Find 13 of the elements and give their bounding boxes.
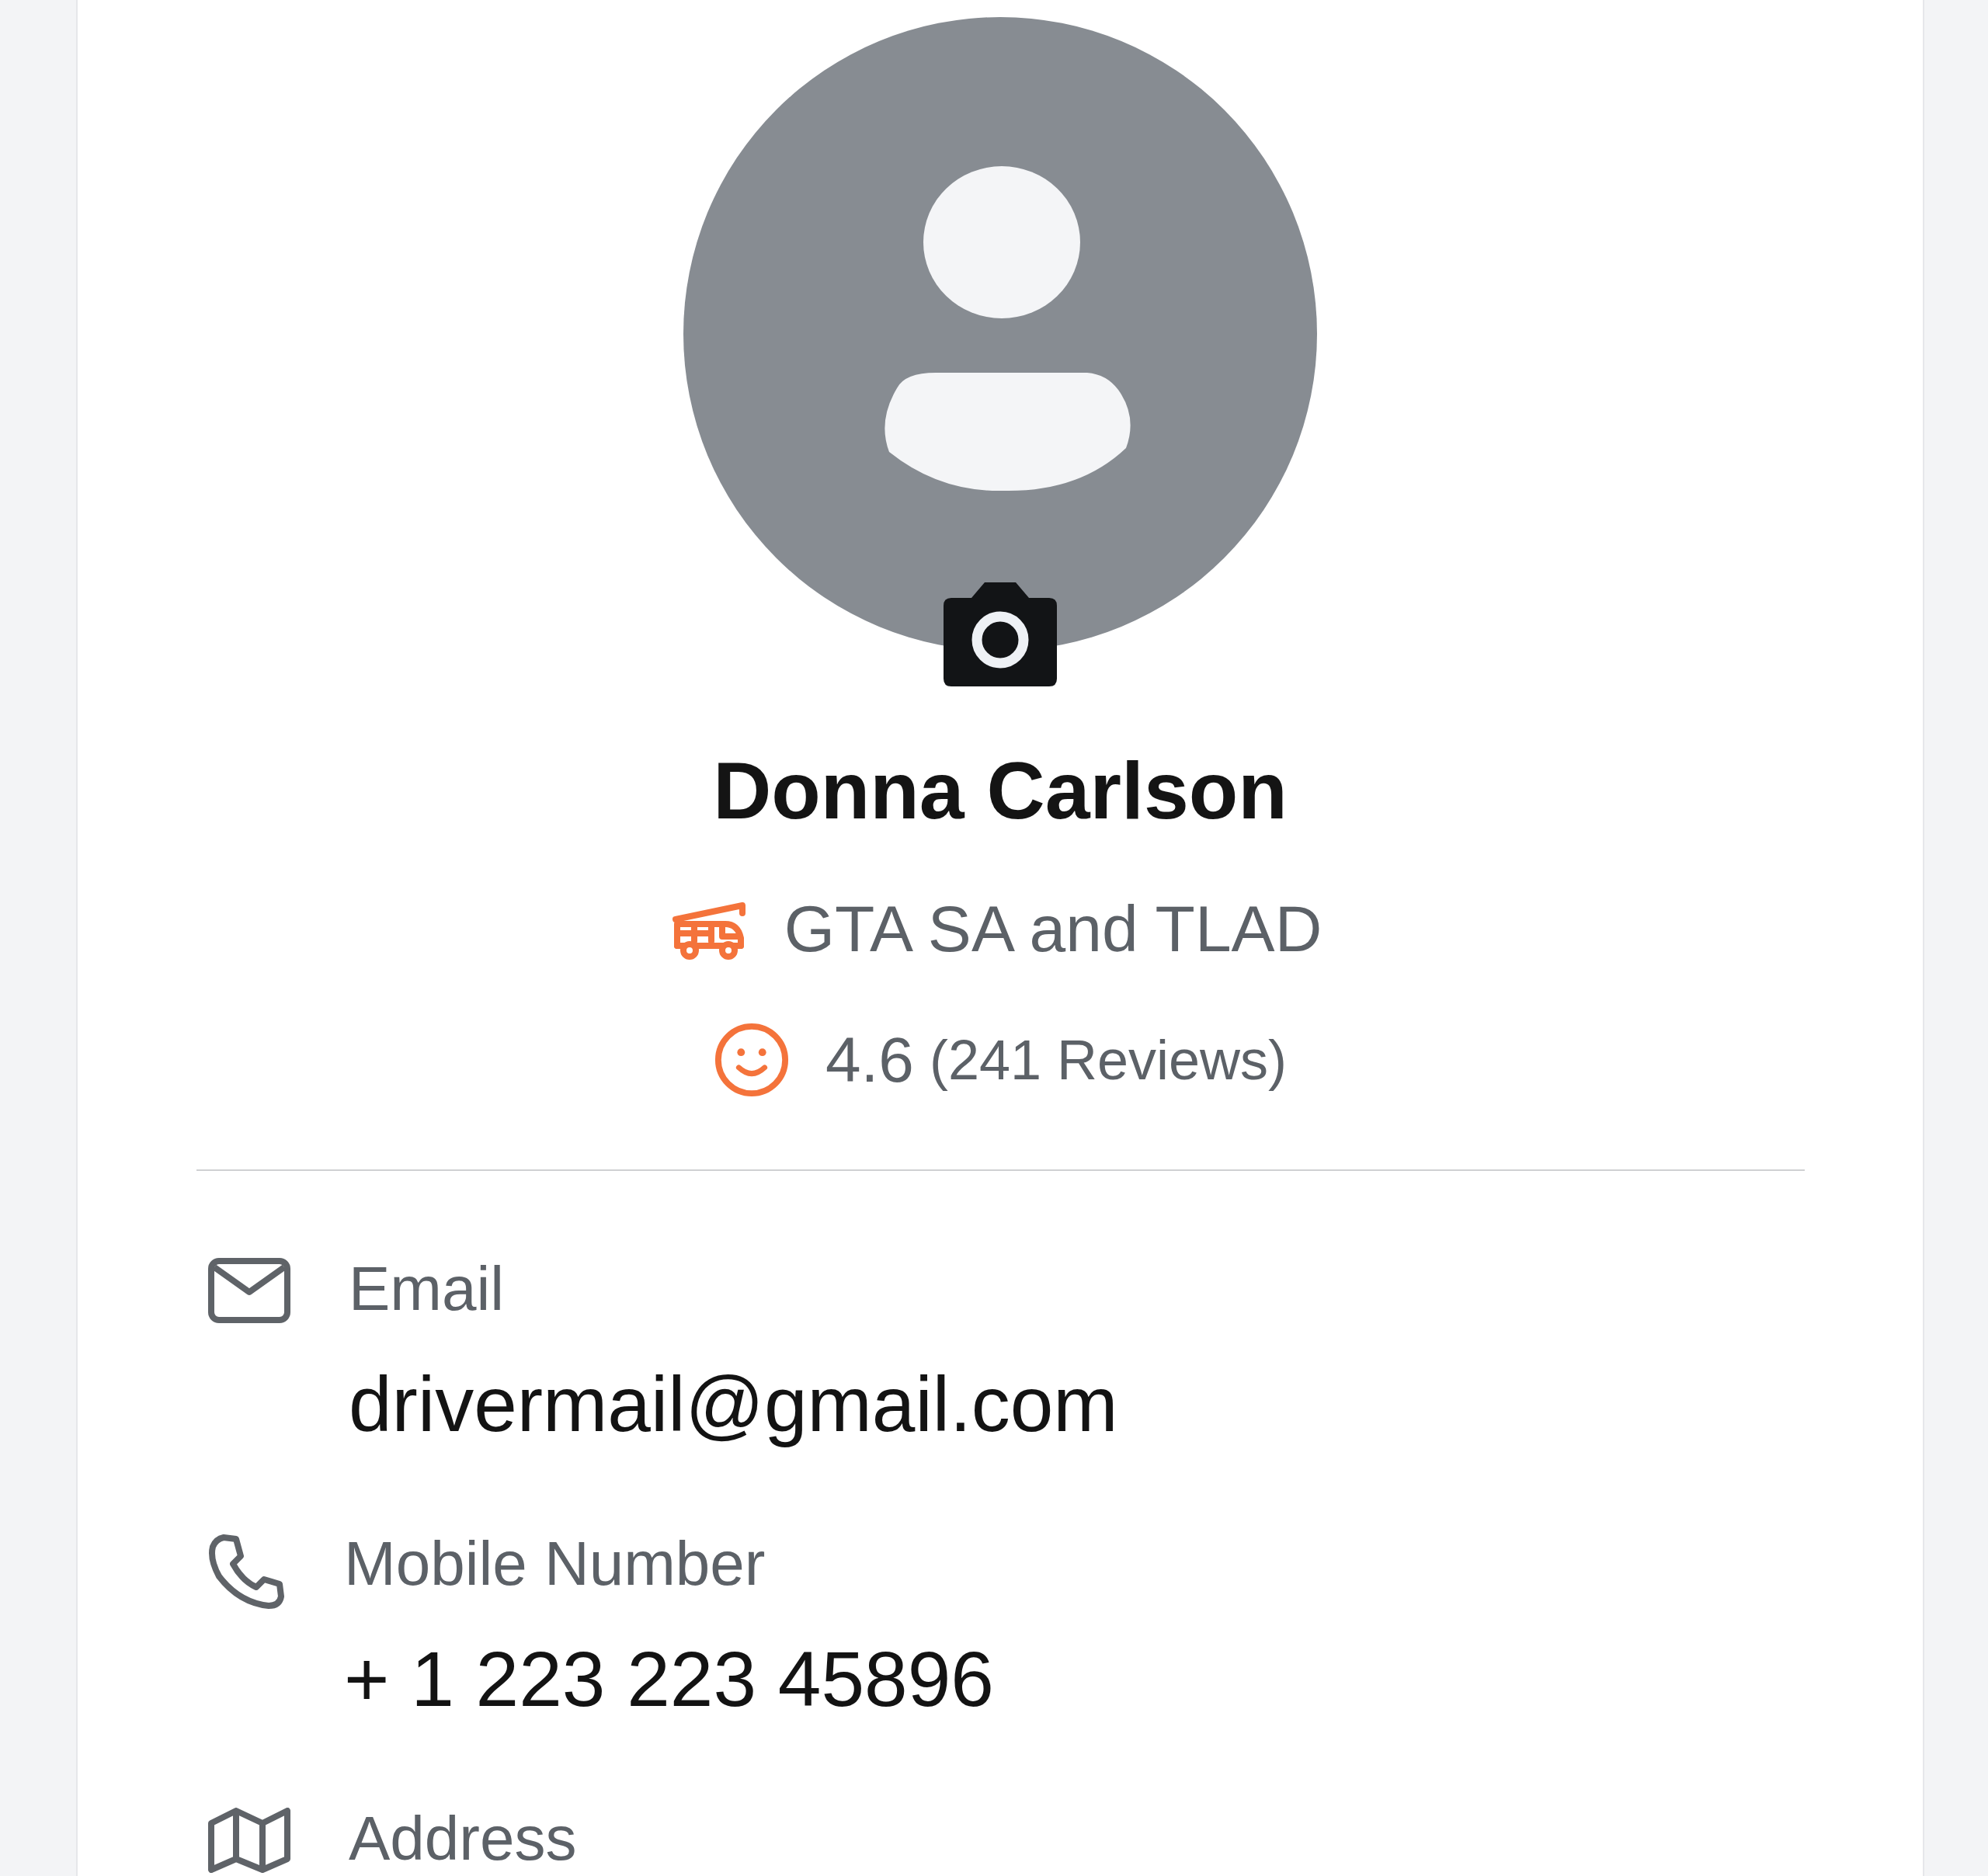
field-label: Address (349, 1803, 577, 1874)
field-label: Mobile Number (344, 1528, 766, 1600)
envelope-icon (208, 1258, 290, 1323)
map-icon (208, 1808, 290, 1873)
field-value: drivermail@gmail.com (349, 1360, 1118, 1449)
rating-value: 4.6 (825, 1028, 914, 1092)
field-value: + 1 223 223 45896 (344, 1635, 994, 1724)
smiley-icon (713, 1022, 790, 1098)
company-name: GTA SA and TLAD (784, 896, 1322, 961)
driver-name: Donna Carlson (713, 750, 1288, 831)
phone-icon (208, 1533, 286, 1610)
camera-icon[interactable] (942, 582, 1058, 686)
field-label: Email (349, 1253, 506, 1325)
